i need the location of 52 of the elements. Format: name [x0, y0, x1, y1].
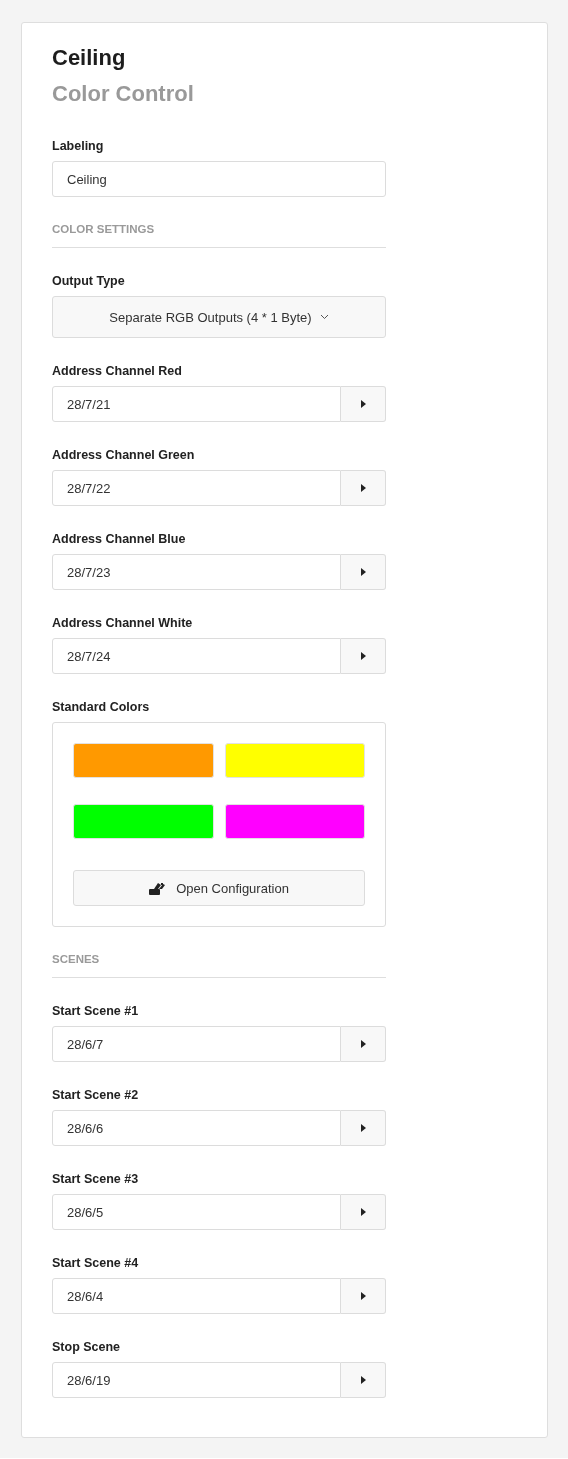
play-icon: [360, 1292, 366, 1300]
field-label: Output Type: [52, 273, 125, 289]
swatchbook-icon: [149, 881, 167, 895]
play-button[interactable]: [341, 554, 386, 590]
color-swatch[interactable]: [224, 804, 365, 839]
address-field[interactable]: 28/6/7: [52, 1026, 341, 1062]
dropdown[interactable]: Separate RGB Outputs (4 * 1 Byte): [52, 296, 386, 338]
play-button[interactable]: [341, 1194, 386, 1230]
play-icon: [360, 1040, 366, 1048]
page-subtitle: Color Control: [52, 80, 194, 108]
field-label: Start Scene #1: [52, 1003, 139, 1019]
address-field[interactable]: 28/7/21: [52, 386, 341, 422]
section-heading: SCENES: [52, 952, 100, 966]
input-field[interactable]: Ceiling: [52, 161, 386, 197]
chevron-down-icon: [319, 314, 329, 320]
play-button[interactable]: [341, 638, 386, 674]
play-icon: [360, 400, 366, 408]
page-title: Ceiling: [52, 44, 126, 72]
field-label: Labeling: [52, 138, 104, 154]
address-field[interactable]: 28/7/22: [52, 470, 341, 506]
field-label: Stop Scene: [52, 1339, 121, 1355]
play-icon: [360, 484, 366, 492]
field-label: Address Channel Red: [52, 363, 182, 379]
field-label: Standard Colors: [52, 699, 150, 715]
play-button[interactable]: [341, 470, 386, 506]
play-icon: [360, 1376, 366, 1384]
color-swatch[interactable]: [224, 743, 365, 778]
field-label: Start Scene #4: [52, 1255, 139, 1271]
field-label: Address Channel White: [52, 615, 193, 631]
play-icon: [360, 1208, 366, 1216]
address-field[interactable]: 28/6/6: [52, 1110, 341, 1146]
field-label: Address Channel Green: [52, 447, 195, 463]
field-label: Address Channel Blue: [52, 531, 186, 547]
field-label: Start Scene #2: [52, 1087, 139, 1103]
play-icon: [360, 568, 366, 576]
address-field[interactable]: 28/6/19: [52, 1362, 341, 1398]
section-heading: COLOR SETTINGS: [52, 222, 155, 236]
play-icon: [360, 1124, 366, 1132]
address-field[interactable]: 28/6/5: [52, 1194, 341, 1230]
open-configuration-button[interactable]: Open Configuration: [73, 870, 365, 906]
address-field[interactable]: 28/7/23: [52, 554, 341, 590]
play-button[interactable]: [341, 386, 386, 422]
play-button[interactable]: [341, 1110, 386, 1146]
field-label: Start Scene #3: [52, 1171, 139, 1187]
address-field[interactable]: 28/7/24: [52, 638, 341, 674]
play-button[interactable]: [341, 1278, 386, 1314]
play-button[interactable]: [341, 1026, 386, 1062]
address-field[interactable]: 28/6/4: [52, 1278, 341, 1314]
play-button[interactable]: [341, 1362, 386, 1398]
play-icon: [360, 652, 366, 660]
color-swatch[interactable]: [73, 804, 214, 839]
color-swatch[interactable]: [73, 743, 214, 778]
